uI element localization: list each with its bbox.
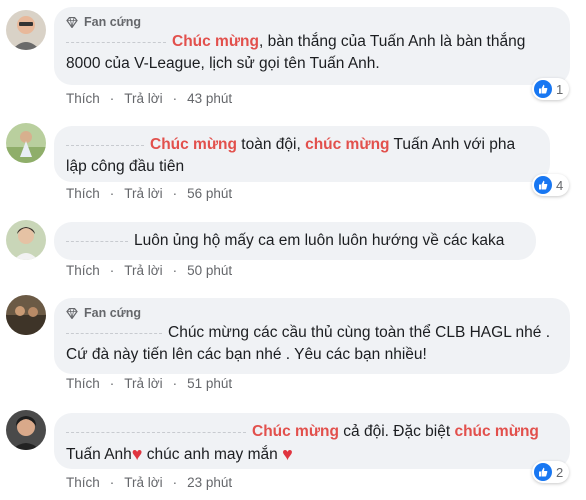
- comment-text: Luôn ủng hộ mấy ca em luôn luôn hướng về…: [66, 230, 524, 252]
- timestamp[interactable]: 56 phút: [187, 186, 232, 201]
- like-icon: [534, 463, 552, 481]
- timestamp[interactable]: 43 phút: [187, 91, 232, 106]
- reaction-count[interactable]: 1: [532, 78, 570, 100]
- comment-actions: Thích · Trả lời · 51 phút: [66, 376, 233, 391]
- comment-text: Chúc mừng, bàn thắng của Tuấn Anh là bàn…: [66, 31, 558, 75]
- reply-link[interactable]: Trả lời: [124, 263, 162, 278]
- like-link[interactable]: Thích: [66, 91, 100, 106]
- comment-bubble: Chúc mừng cả đội. Đặc biệt chúc mừng Tuấ…: [54, 413, 570, 469]
- fan-badge: Fan cứng: [66, 306, 558, 320]
- author-name-redacted[interactable]: [66, 332, 162, 334]
- comment-actions: Thích · Trả lời · 50 phút: [66, 263, 233, 278]
- reply-link[interactable]: Trả lời: [124, 475, 162, 490]
- heart-icon: ♥: [131, 444, 143, 464]
- comment-text: Chúc mừng các cầu thủ cùng toàn thể CLB …: [66, 324, 551, 363]
- avatar[interactable]: [6, 295, 46, 335]
- like-link[interactable]: Thích: [66, 475, 100, 490]
- comment-bubble: Chúc mừng toàn đội, chúc mừng Tuấn Anh v…: [54, 126, 550, 182]
- timestamp[interactable]: 23 phút: [187, 475, 232, 490]
- comment-text: Chúc mừng cả đội. Đặc biệt chúc mừng Tuấ…: [66, 423, 539, 464]
- fan-badge: Fan cứng: [66, 15, 558, 29]
- reaction-count[interactable]: 4: [532, 174, 570, 196]
- avatar[interactable]: [6, 410, 46, 450]
- author-name-redacted[interactable]: [66, 431, 246, 433]
- comment-bubble: Luôn ủng hộ mấy ca em luôn luôn hướng về…: [54, 222, 536, 260]
- reply-link[interactable]: Trả lời: [124, 186, 162, 201]
- reply-link[interactable]: Trả lời: [124, 376, 162, 391]
- like-link[interactable]: Thích: [66, 376, 100, 391]
- author-name-redacted[interactable]: [66, 240, 128, 242]
- heart-icon: ♥: [282, 444, 293, 464]
- like-link[interactable]: Thích: [66, 186, 100, 201]
- avatar[interactable]: [6, 123, 46, 163]
- like-link[interactable]: Thích: [66, 263, 100, 278]
- comment-bubble: Fan cứng Chúc mừng các cầu thủ cùng toàn…: [54, 298, 570, 374]
- diamond-icon: [66, 307, 78, 319]
- comment-actions: Thích · Trả lời · 23 phút: [66, 475, 233, 490]
- like-icon: [534, 176, 552, 194]
- avatar[interactable]: [6, 220, 46, 260]
- avatar[interactable]: [6, 10, 46, 50]
- comment-actions: Thích · Trả lời · 43 phút: [66, 91, 233, 106]
- reply-link[interactable]: Trả lời: [124, 91, 162, 106]
- author-name-redacted[interactable]: [66, 144, 144, 146]
- timestamp[interactable]: 51 phút: [187, 376, 232, 391]
- text-highlight: Chúc mừng: [172, 33, 259, 50]
- reaction-count[interactable]: 2: [532, 461, 570, 483]
- author-name-redacted[interactable]: [66, 41, 166, 43]
- comment-bubble: Fan cứng Chúc mừng, bàn thắng của Tuấn A…: [54, 7, 570, 85]
- like-icon: [534, 80, 552, 98]
- comment-text: Chúc mừng toàn đội, chúc mừng Tuấn Anh v…: [66, 136, 516, 175]
- text-plain: , bàn thắng của Tuấn Anh là bàn thắng 80…: [66, 33, 526, 72]
- diamond-icon: [66, 16, 78, 28]
- comment-actions: Thích · Trả lời · 56 phút: [66, 186, 233, 201]
- timestamp[interactable]: 50 phút: [187, 263, 232, 278]
